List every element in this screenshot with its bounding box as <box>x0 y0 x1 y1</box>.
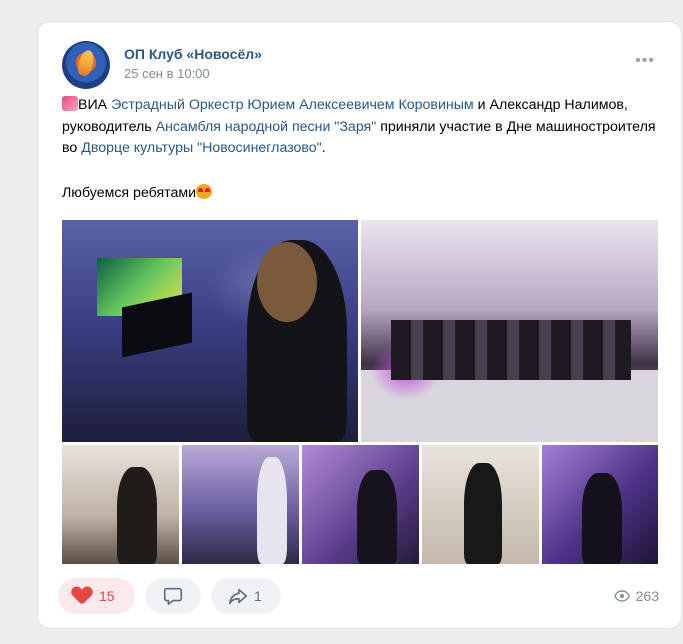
avatar-logo <box>75 48 97 78</box>
guitarist <box>117 467 157 564</box>
like-button[interactable]: 15 <box>58 578 135 614</box>
post-date[interactable]: 25 сен в 10:00 <box>124 66 210 81</box>
photo-7[interactable] <box>542 445 658 564</box>
text-part-1: ВИА <box>78 97 112 113</box>
photo-6[interactable] <box>422 445 539 564</box>
singer <box>582 473 622 564</box>
avatar[interactable] <box>62 41 110 89</box>
heart-icon <box>72 587 92 605</box>
like-count: 15 <box>99 588 115 604</box>
singer <box>257 457 287 564</box>
text-part-4: . <box>321 140 326 156</box>
band <box>391 320 631 380</box>
share-icon <box>228 588 248 605</box>
eye-icon <box>613 590 630 602</box>
views-counter: 263 <box>613 588 659 604</box>
link-orchestra[interactable]: Эстрадный Оркестр Юрием Алексеевичем Кор… <box>111 97 474 113</box>
post-text: ВИА Эстрадный Оркестр Юрием Алексеевичем… <box>62 95 662 160</box>
heart-eyes-emoji-icon <box>196 184 213 199</box>
photo-1[interactable] <box>62 220 358 442</box>
comment-icon <box>163 587 183 606</box>
photo-2[interactable] <box>361 220 658 442</box>
musician-hair <box>257 242 317 322</box>
post-author[interactable]: ОП Клуб «Новосёл» <box>124 46 262 62</box>
saxophonist <box>464 463 502 564</box>
post-card: ОП Клуб «Новосёл» 25 сен в 10:00 ••• ВИА… <box>38 22 681 628</box>
post-text-line2: Любуемся ребятами <box>62 184 213 201</box>
comment-button[interactable] <box>145 578 201 614</box>
link-ensemble[interactable]: Ансамбля народной песни "Заря" <box>156 119 377 135</box>
link-palace[interactable]: Дворце культуры "Новосинеглазово" <box>81 140 322 156</box>
share-button[interactable]: 1 <box>211 578 281 614</box>
singer <box>357 470 397 564</box>
text-line2: Любуемся ребятами <box>62 185 197 201</box>
photo-5[interactable] <box>302 445 419 564</box>
more-icon[interactable]: ••• <box>635 52 655 70</box>
photo-4[interactable] <box>182 445 299 564</box>
music-emoji-icon <box>62 96 78 111</box>
views-count: 263 <box>635 588 659 604</box>
share-count: 1 <box>254 588 262 604</box>
photo-3[interactable] <box>62 445 179 564</box>
